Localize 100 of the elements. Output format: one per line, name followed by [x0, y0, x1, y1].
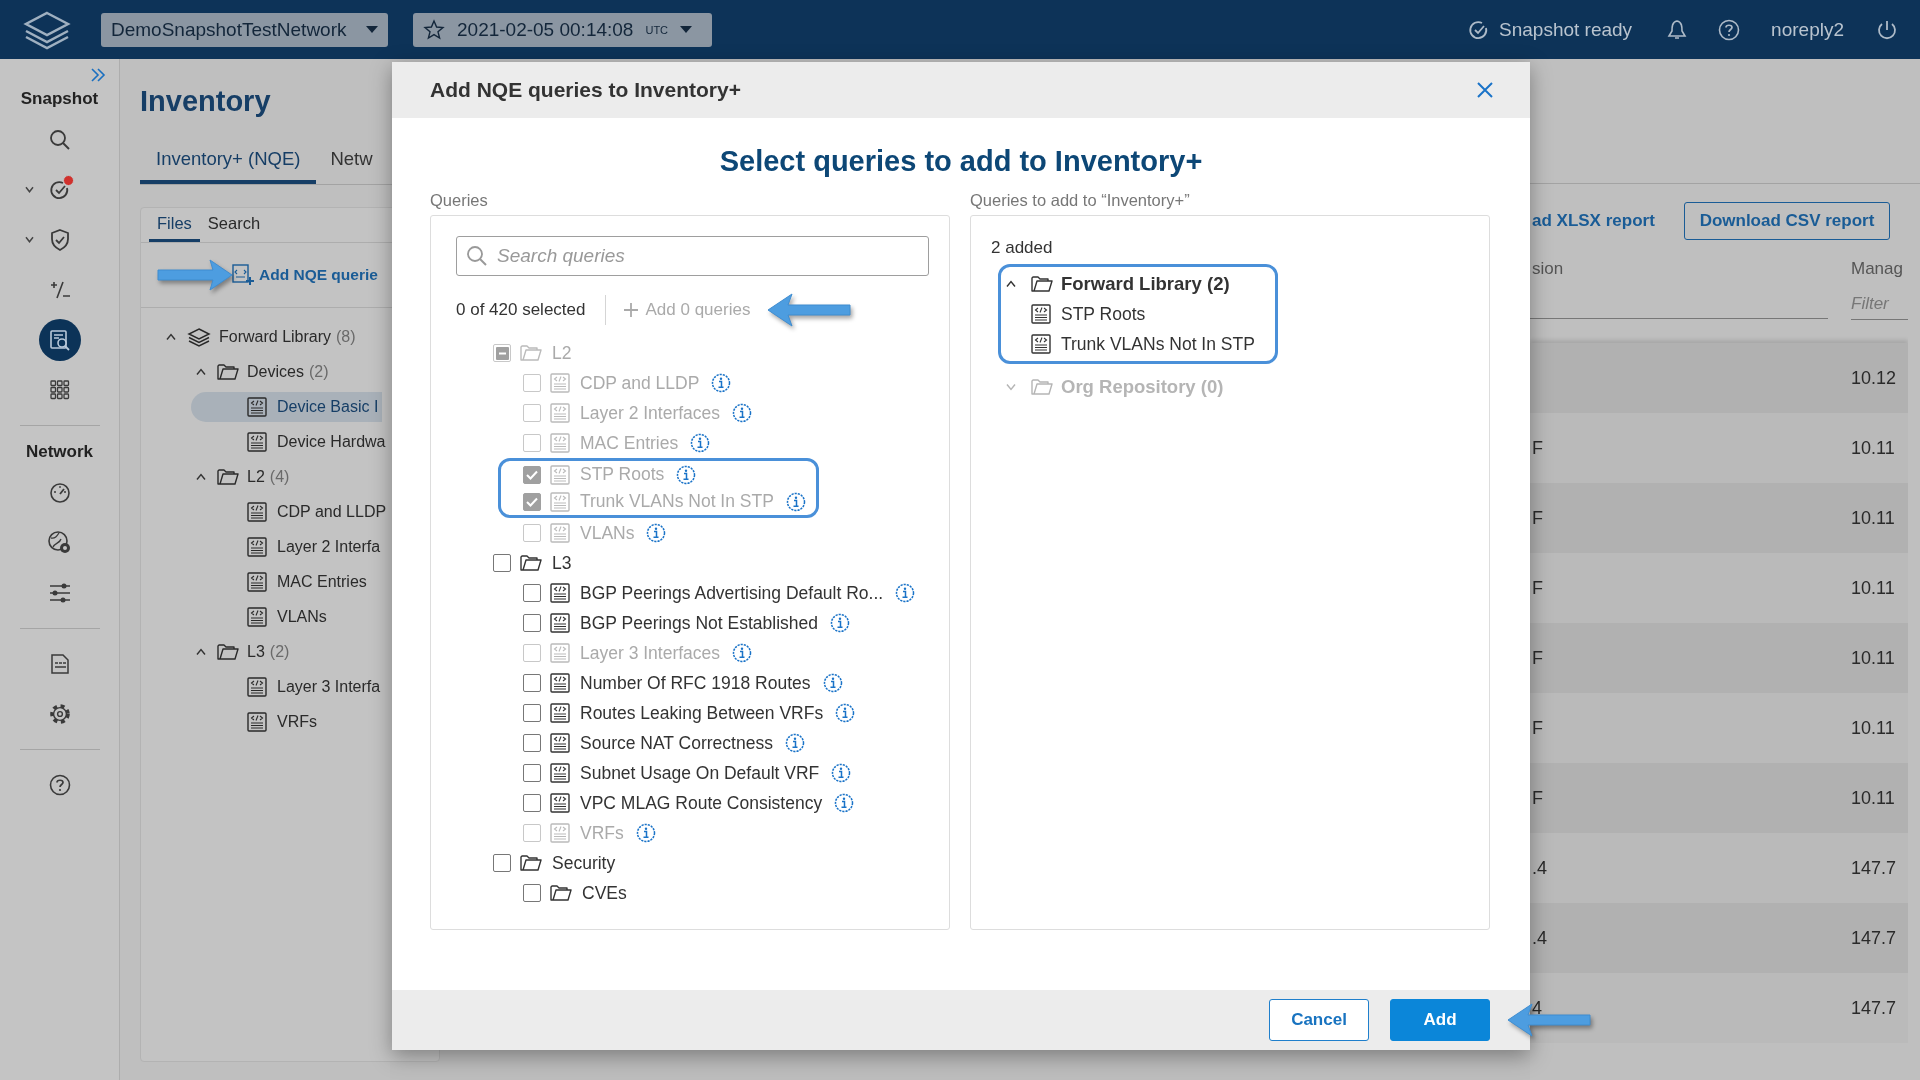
- search-field[interactable]: Search queries: [456, 236, 929, 276]
- checkbox[interactable]: [523, 734, 541, 752]
- folder-icon: [217, 363, 239, 381]
- query-search-icon: [47, 328, 72, 352]
- item-label: Layer 2 Interfa: [277, 538, 381, 556]
- cancel-button[interactable]: Cancel: [1269, 999, 1369, 1041]
- folder-icon: [217, 468, 239, 486]
- query-label[interactable]: Subnet Usage On Default VRF: [580, 762, 820, 784]
- tree-item[interactable]: Device Hardwa: [191, 427, 390, 457]
- query-label[interactable]: BGP Peerings Advertising Default Ro...: [580, 582, 884, 604]
- add-button[interactable]: Add: [1390, 999, 1490, 1041]
- query-label: Org Repository (0): [1061, 376, 1224, 398]
- tab[interactable]: Files: [149, 214, 200, 242]
- sliders-icon: [47, 582, 72, 604]
- rail-button[interactable]: [38, 319, 81, 361]
- item-label: MAC Entries: [277, 573, 367, 591]
- code-file-icon: [247, 712, 267, 732]
- info-icon[interactable]: [732, 643, 753, 663]
- tree-item[interactable]: VLANs: [191, 602, 331, 632]
- info-icon[interactable]: [830, 613, 850, 633]
- item-count: (2): [269, 643, 290, 661]
- time-zone: UTC: [645, 23, 669, 36]
- folder-icon: [1031, 378, 1053, 396]
- checkbox[interactable]: [523, 584, 541, 602]
- tree-item[interactable]: Device Basic I: [191, 392, 383, 422]
- checkbox[interactable]: [523, 794, 541, 812]
- info-icon[interactable]: [711, 373, 732, 393]
- info-icon[interactable]: [895, 583, 916, 603]
- info-icon[interactable]: [822, 673, 843, 693]
- info-icon[interactable]: [635, 823, 656, 843]
- tree-item[interactable]: Forward Library (8): [131, 322, 360, 352]
- tree-item[interactable]: Devices (2): [161, 357, 333, 387]
- power-icon[interactable]: [1876, 18, 1898, 41]
- network-dropdown[interactable]: DemoSnapshotTestNetwork: [101, 12, 388, 47]
- user-name[interactable]: noreply2: [1771, 18, 1844, 41]
- code-file-icon: [550, 523, 570, 543]
- checkbox[interactable]: [523, 884, 541, 902]
- tree-item[interactable]: VRFs: [191, 707, 321, 737]
- info-icon[interactable]: [690, 433, 711, 453]
- query-label[interactable]: Routes Leaking Between VRFs: [580, 702, 824, 724]
- column-header[interactable]: sion: [1530, 259, 1828, 279]
- download-csv-button[interactable]: Download CSV report: [1684, 202, 1890, 240]
- query-label[interactable]: CVEs: [582, 882, 627, 904]
- search-icon: [466, 245, 488, 267]
- tree-item[interactable]: MAC Entries: [191, 567, 371, 597]
- checkbox[interactable]: [523, 704, 541, 722]
- table-cell: 10.11: [1851, 787, 1895, 808]
- help-icon[interactable]: [1717, 17, 1742, 42]
- query-label[interactable]: BGP Peerings Not Established: [580, 612, 818, 634]
- item-label: CDP and LLDP: [277, 503, 387, 521]
- plus-icon: [623, 302, 640, 318]
- info-icon[interactable]: [831, 763, 852, 783]
- table-cell: F: [1532, 787, 1543, 808]
- add-queries-link[interactable]: Add NQE querie: [232, 264, 378, 286]
- info-icon[interactable]: [646, 523, 667, 543]
- checkbox[interactable]: [523, 614, 541, 632]
- tab[interactable]: Netw: [316, 148, 389, 184]
- tree-item[interactable]: L2 (4): [161, 462, 294, 492]
- item-count: (8): [336, 328, 356, 346]
- selection-count: 0 of 420 selected: [456, 300, 586, 320]
- search-icon: [48, 129, 71, 151]
- checkbox[interactable]: [523, 764, 541, 782]
- code-file-icon: [550, 613, 570, 633]
- file-icon: [48, 653, 71, 675]
- dialog-title: Add NQE queries to Inventory+: [430, 78, 741, 102]
- query-label[interactable]: Security: [552, 852, 616, 874]
- column-header[interactable]: Manag: [1851, 259, 1908, 279]
- info-icon[interactable]: [835, 703, 856, 723]
- download-link[interactable]: ad XLSX report: [1532, 211, 1655, 231]
- checkbox[interactable]: [523, 674, 541, 692]
- code-file-icon: [550, 763, 570, 783]
- query-label[interactable]: Source NAT Correctness: [580, 732, 773, 754]
- query-label[interactable]: Number Of RFC 1918 Routes: [580, 672, 811, 694]
- section-label: Network: [25, 442, 94, 462]
- tree-item[interactable]: Layer 2 Interfa: [191, 532, 385, 562]
- tree-item[interactable]: Layer 3 Interfa: [191, 672, 385, 702]
- chevron-icon[interactable]: [23, 184, 35, 195]
- checkbox[interactable]: [493, 854, 511, 872]
- info-icon[interactable]: [834, 793, 855, 813]
- chevron-icon[interactable]: [23, 234, 35, 245]
- grid-icon: [49, 380, 70, 400]
- info-icon[interactable]: [784, 733, 805, 753]
- query-label[interactable]: VPC MLAG Route Consistency: [580, 792, 823, 814]
- close-icon[interactable]: [1476, 81, 1494, 99]
- item-label: Devices: [247, 363, 304, 381]
- checkbox[interactable]: [493, 554, 511, 572]
- tab[interactable]: Inventory+ (NQE): [140, 148, 317, 184]
- info-icon[interactable]: [732, 403, 753, 423]
- tree-item[interactable]: L3 (2): [161, 637, 294, 667]
- tree-item[interactable]: CDP and LLDP: [191, 497, 391, 527]
- logo-icon: [22, 9, 72, 50]
- tab[interactable]: Search: [199, 214, 269, 242]
- chevron-icon[interactable]: [1005, 278, 1017, 290]
- snapshot-dropdown[interactable]: 2021-02-05 00:14:08 UTC: [413, 12, 712, 47]
- query-label[interactable]: L3: [552, 552, 572, 574]
- expand-icon[interactable]: [89, 67, 107, 83]
- filter-field[interactable]: Filter: [1851, 288, 1908, 320]
- table-cell: 10.11: [1851, 647, 1895, 668]
- code-file-icon: [550, 464, 570, 485]
- bell-icon[interactable]: [1667, 18, 1688, 41]
